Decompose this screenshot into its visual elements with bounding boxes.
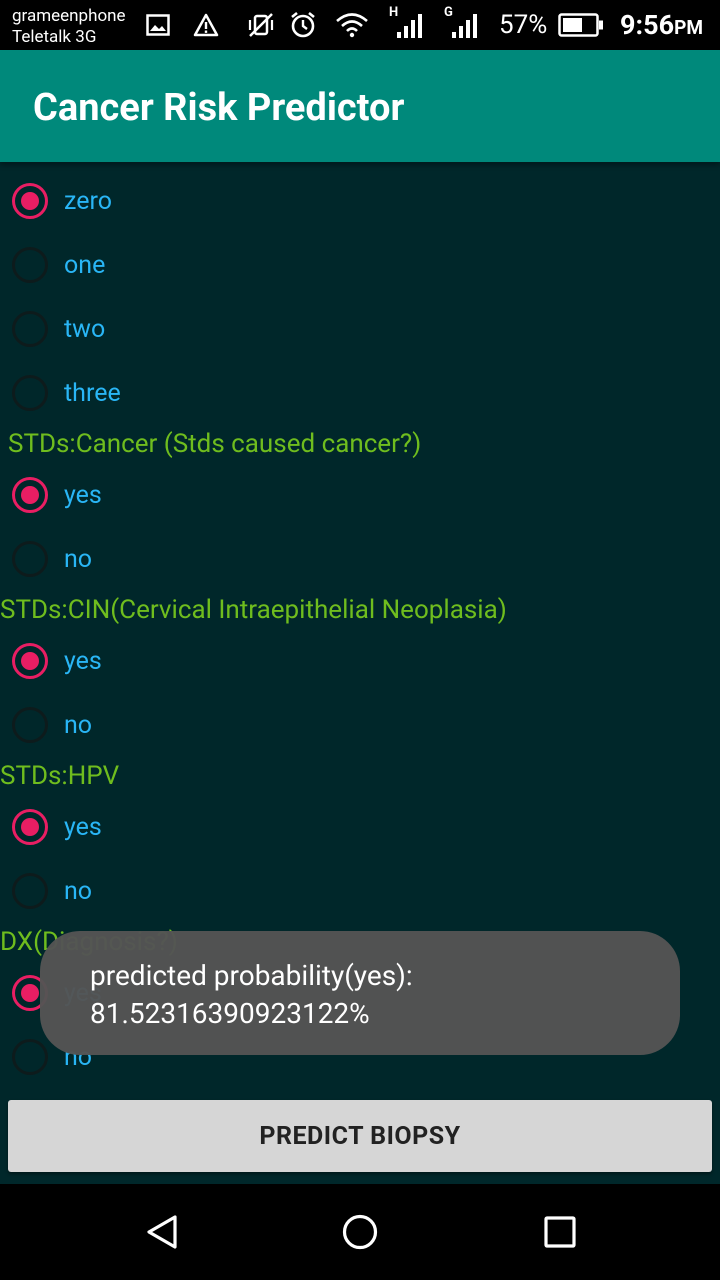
- radio-label: yes: [64, 812, 102, 842]
- radio-label: zero: [64, 186, 112, 216]
- carrier-secondary: Teletalk 3G: [12, 27, 97, 47]
- home-icon: [342, 1214, 378, 1250]
- clock-time: 9:56: [620, 9, 675, 41]
- radio-button-selected[interactable]: [12, 477, 48, 513]
- wifi-icon: [334, 12, 370, 38]
- navigation-bar: [0, 1184, 720, 1280]
- predict-biopsy-button[interactable]: PREDICT BIOPSY: [8, 1100, 712, 1172]
- section-title-stds-hpv: STDs:HPV: [0, 761, 120, 791]
- radio-label: no: [64, 710, 93, 740]
- vibrate-off-icon: [246, 12, 276, 38]
- radio-button[interactable]: [12, 707, 48, 743]
- radio-option-yes[interactable]: yes: [12, 475, 102, 515]
- radio-option-three[interactable]: three: [12, 373, 121, 413]
- signal-icon: [451, 12, 481, 38]
- image-icon: [145, 12, 171, 38]
- radio-label: yes: [64, 480, 102, 510]
- carrier-primary: grameenphone: [12, 6, 126, 26]
- radio-label: two: [64, 314, 106, 344]
- radio-button[interactable]: [12, 311, 48, 347]
- radio-label: yes: [64, 646, 102, 676]
- clock: 9:56PM: [620, 10, 703, 43]
- app-bar: Cancer Risk Predictor: [0, 50, 720, 162]
- prediction-toast: predicted probability(yes): 81.523163909…: [40, 931, 680, 1055]
- alarm-icon: [287, 11, 319, 38]
- radio-option-no[interactable]: no: [12, 539, 92, 579]
- radio-button[interactable]: [12, 375, 48, 411]
- radio-button[interactable]: [12, 1039, 48, 1075]
- radio-option-yes[interactable]: yes: [12, 641, 102, 681]
- radio-button-selected[interactable]: [12, 643, 48, 679]
- signal-icon: [396, 12, 426, 38]
- app-title: Cancer Risk Predictor: [33, 86, 405, 130]
- battery-percent: 57%: [499, 10, 548, 40]
- radio-option-no[interactable]: no: [12, 705, 92, 745]
- home-button[interactable]: [310, 1184, 410, 1280]
- toast-line-2: 81.52316390923122%: [90, 997, 370, 1030]
- toast-line-1: predicted probability(yes):: [90, 959, 413, 992]
- radio-label: three: [64, 378, 121, 408]
- section-title-stds-cin: STDs:CIN(Cervical Intraepithelial Neopla…: [0, 595, 507, 625]
- recents-button[interactable]: [510, 1184, 610, 1280]
- radio-button-selected[interactable]: [12, 809, 48, 845]
- radio-option-one[interactable]: one: [12, 245, 105, 285]
- status-bar: grameenphone Teletalk 3G H G 57% 9:56PM: [0, 0, 720, 50]
- radio-option-zero[interactable]: zero: [12, 181, 112, 221]
- radio-button[interactable]: [12, 247, 48, 283]
- radio-label: no: [64, 544, 93, 574]
- radio-label: one: [64, 250, 106, 280]
- radio-button-selected[interactable]: [12, 183, 48, 219]
- recents-icon: [544, 1216, 576, 1248]
- radio-label: no: [64, 876, 93, 906]
- radio-button[interactable]: [12, 873, 48, 909]
- section-title-stds-cancer: STDs:Cancer (Stds caused cancer?): [8, 429, 422, 459]
- radio-option-no[interactable]: no: [12, 871, 92, 911]
- radio-button[interactable]: [12, 541, 48, 577]
- clock-suffix: PM: [674, 16, 703, 39]
- back-icon: [147, 1215, 177, 1249]
- back-button[interactable]: [112, 1184, 212, 1280]
- radio-option-two[interactable]: two: [12, 309, 105, 349]
- battery-icon: [558, 12, 604, 38]
- warning-icon: [192, 12, 220, 38]
- radio-option-yes[interactable]: yes: [12, 807, 102, 847]
